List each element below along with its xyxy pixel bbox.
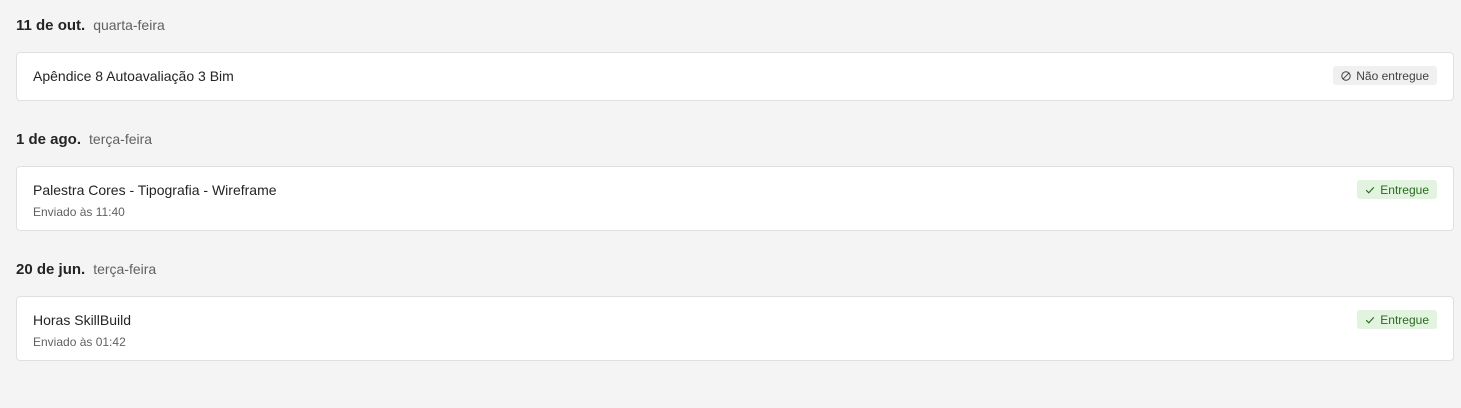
status-label: Entregue — [1380, 312, 1429, 327]
date-label: 20 de jun. — [16, 261, 86, 278]
date-header: 20 de jun. terça-feira — [16, 261, 1454, 287]
date-group: 11 de out. quarta-feira Apêndice 8 Autoa… — [16, 17, 1454, 101]
weekday-label: quarta-feira — [93, 17, 165, 33]
submitted-time: Enviado às 01:42 — [33, 335, 126, 349]
date-group: 1 de ago. terça-feira Palestra Cores - T… — [16, 131, 1454, 231]
assignment-title[interactable]: Horas SkillBuild — [33, 312, 131, 328]
status-badge: Entregue — [1357, 310, 1437, 329]
date-label: 11 de out. — [16, 17, 86, 34]
status-label: Não entregue — [1356, 68, 1429, 83]
checkmark-icon — [1365, 315, 1375, 325]
date-header: 11 de out. quarta-feira — [16, 17, 1454, 43]
assignment-card[interactable]: Horas SkillBuild Enviado às 01:42 Entreg… — [16, 296, 1454, 361]
assignment-card[interactable]: Palestra Cores - Tipografia - Wireframe … — [16, 166, 1454, 231]
date-group: 20 de jun. terça-feira Horas SkillBuild … — [16, 261, 1454, 361]
assignment-title[interactable]: Apêndice 8 Autoavaliação 3 Bim — [33, 68, 234, 84]
status-badge: Não entregue — [1333, 66, 1437, 85]
weekday-label: terça-feira — [93, 261, 157, 277]
assignment-title[interactable]: Palestra Cores - Tipografia - Wireframe — [33, 182, 277, 198]
status-badge: Entregue — [1357, 180, 1437, 199]
checkmark-icon — [1365, 185, 1375, 195]
assignment-card[interactable]: Apêndice 8 Autoavaliação 3 Bim Não entre… — [16, 52, 1454, 101]
submitted-time: Enviado às 11:40 — [33, 205, 125, 219]
status-label: Entregue — [1380, 182, 1429, 197]
blocked-circle-icon — [1341, 70, 1351, 81]
date-header: 1 de ago. terça-feira — [16, 131, 1454, 157]
assignments-list: 11 de out. quarta-feira Apêndice 8 Autoa… — [0, 0, 1461, 408]
date-label: 1 de ago. — [16, 131, 82, 148]
weekday-label: terça-feira — [89, 131, 153, 147]
